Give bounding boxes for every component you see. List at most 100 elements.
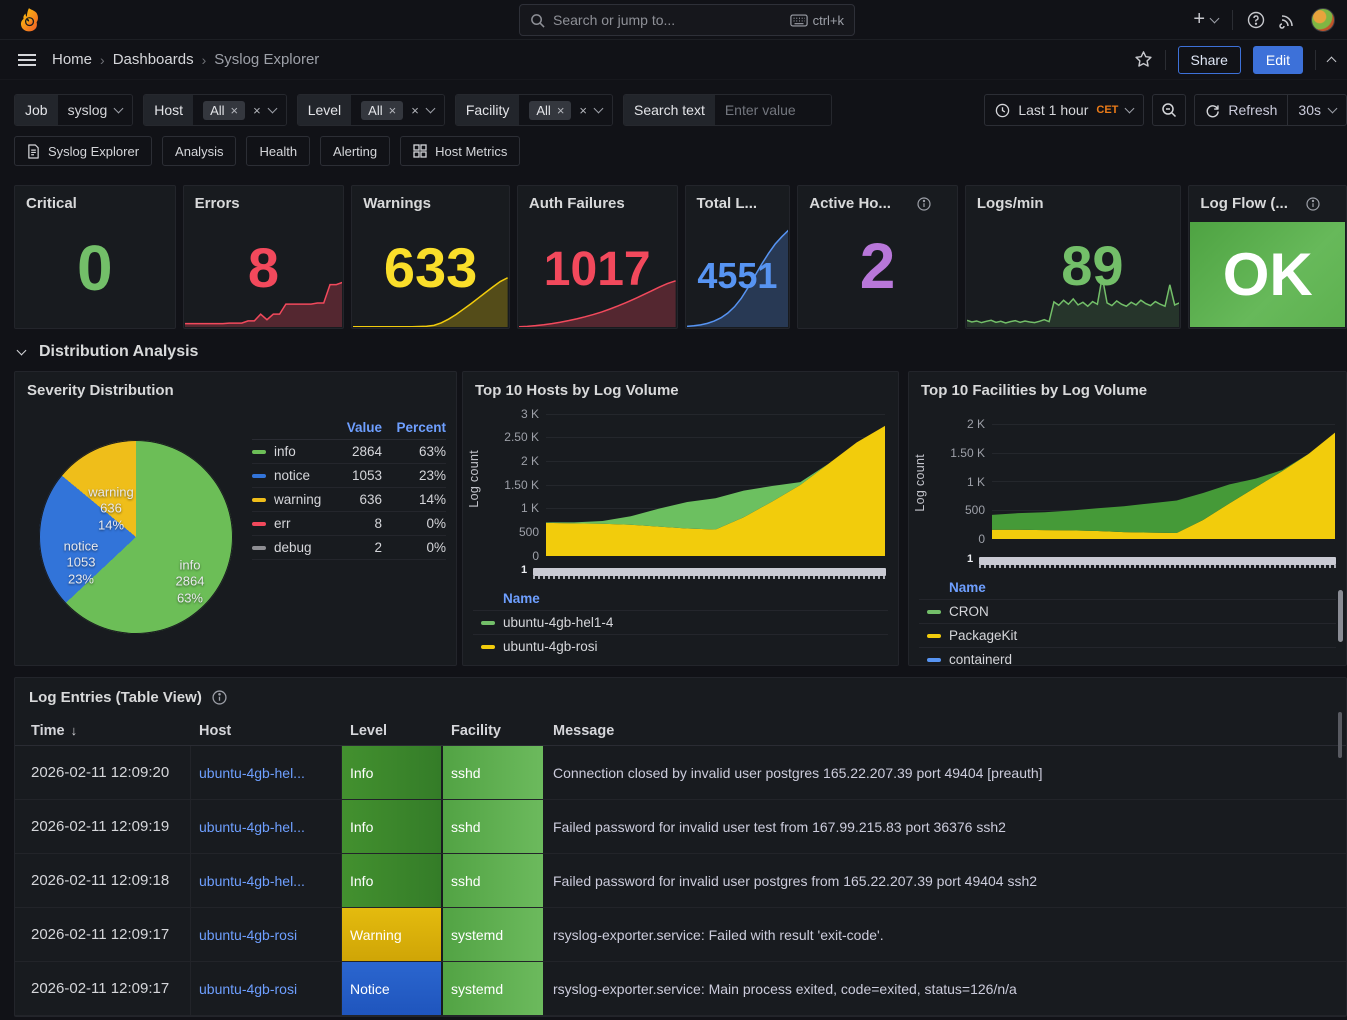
pie-label-warning: warning63614% [88, 485, 134, 534]
legend-row[interactable]: CRON [919, 599, 1336, 623]
refresh-interval-select[interactable]: 30s [1287, 95, 1346, 125]
legend-row-err[interactable]: err 80% [252, 512, 446, 536]
news-button[interactable] [1279, 11, 1297, 29]
search-text-filter: Search text [623, 94, 832, 126]
stat-log-flow[interactable]: Log Flow (... OK [1188, 185, 1347, 329]
legend-scrollbar[interactable] [1338, 590, 1343, 642]
host-link[interactable]: ubuntu-4gb-hel... [199, 819, 305, 835]
job-filter-value[interactable]: syslog [68, 102, 108, 118]
level-filter-chip[interactable]: All× [361, 101, 403, 120]
host-link[interactable]: ubuntu-4gb-rosi [199, 981, 297, 997]
column-header-host[interactable]: Host [191, 723, 342, 739]
stat-total-logs[interactable]: Total L... 4551 [685, 185, 791, 329]
menu-toggle-icon[interactable] [18, 54, 36, 66]
stat-auth-failures[interactable]: Auth Failures 1017 [517, 185, 678, 329]
legend-row-warning[interactable]: warning 63614% [252, 488, 446, 512]
search-input[interactable] [553, 12, 790, 28]
legend-row[interactable]: ubuntu-4gb-rosi [473, 634, 888, 658]
collapse-section-icon[interactable] [17, 346, 27, 356]
chevron-down-icon [425, 104, 435, 114]
zoom-out-button[interactable] [1152, 94, 1186, 126]
clear-filter-icon[interactable]: × [579, 103, 587, 118]
nav-divider [1232, 10, 1233, 30]
cell-level: Warning [342, 908, 441, 961]
search-text-input[interactable] [725, 102, 821, 118]
info-icon[interactable] [917, 197, 931, 211]
table-row[interactable]: 2026-02-11 12:09:17 ubuntu-4gb-rosi Warn… [15, 908, 1346, 962]
legend-row[interactable]: containerd [919, 647, 1336, 671]
facility-filter[interactable]: Facility All× × [455, 94, 613, 126]
column-header-facility[interactable]: Facility [443, 723, 543, 739]
host-link[interactable]: ubuntu-4gb-rosi [199, 927, 297, 943]
stat-warnings[interactable]: Warnings 633 [351, 185, 510, 329]
facility-filter-label: Facility [456, 95, 520, 125]
breadcrumb-home[interactable]: Home [52, 51, 92, 68]
link-syslog-explorer[interactable]: Syslog Explorer [14, 136, 152, 166]
legend-col-percent[interactable]: Percent [382, 420, 446, 435]
stat-critical[interactable]: Critical 0 [14, 185, 176, 329]
column-header-time[interactable]: Time↓ [15, 723, 191, 739]
legend-header-name[interactable]: Name [473, 586, 888, 610]
legend-row-info[interactable]: info 286463% [252, 440, 446, 464]
column-header-level[interactable]: Level [342, 723, 441, 739]
breadcrumb-separator: › [100, 52, 105, 68]
legend-row-debug[interactable]: debug 20% [252, 536, 446, 560]
remove-chip-icon[interactable]: × [557, 103, 565, 118]
legend-header-name[interactable]: Name [919, 575, 1336, 599]
legend-row[interactable]: PackageKit [919, 623, 1336, 647]
global-search[interactable]: ctrl+k [519, 4, 855, 36]
refresh-button[interactable]: Refresh [1195, 95, 1287, 125]
stat-errors[interactable]: Errors 8 [183, 185, 345, 329]
host-filter-chip[interactable]: All× [203, 101, 245, 120]
clear-filter-icon[interactable]: × [411, 103, 419, 118]
stat-active-hosts[interactable]: Active Ho... 2 [797, 185, 958, 329]
help-button[interactable] [1247, 11, 1265, 29]
info-icon[interactable] [212, 690, 227, 705]
grafana-logo-icon[interactable] [16, 7, 42, 33]
add-button[interactable]: + [1193, 8, 1218, 31]
cell-facility: sshd [443, 746, 543, 799]
facility-filter-chip[interactable]: All× [529, 101, 571, 120]
link-analysis[interactable]: Analysis [162, 136, 236, 166]
link-host-metrics[interactable]: Host Metrics [400, 136, 520, 166]
host-filter[interactable]: Host All× × [143, 94, 286, 126]
remove-chip-icon[interactable]: × [389, 103, 397, 118]
host-link[interactable]: ubuntu-4gb-hel... [199, 873, 305, 889]
star-icon[interactable] [1134, 50, 1153, 69]
table-scrollbar[interactable] [1338, 712, 1342, 758]
level-filter[interactable]: Level All× × [297, 94, 445, 126]
facilities-area-chart[interactable] [992, 424, 1335, 539]
breadcrumb-dashboards[interactable]: Dashboards [113, 51, 194, 68]
link-health[interactable]: Health [246, 136, 310, 166]
legend-col-value[interactable]: Value [324, 420, 382, 435]
job-filter[interactable]: Job syslog [14, 94, 133, 126]
host-link[interactable]: ubuntu-4gb-hel... [199, 765, 305, 781]
time-range-picker[interactable]: Last 1 hour CET [984, 94, 1144, 126]
info-icon[interactable] [1306, 197, 1320, 211]
log-entries-panel[interactable]: Log Entries (Table View) Time↓ Host Leve… [14, 677, 1347, 1017]
table-row[interactable]: 2026-02-11 12:09:17 ubuntu-4gb-rosi Noti… [15, 962, 1346, 1016]
link-alerting[interactable]: Alerting [320, 136, 390, 166]
table-row[interactable]: 2026-02-11 12:09:20 ubuntu-4gb-hel... In… [15, 746, 1346, 800]
legend-row-notice[interactable]: notice 105323% [252, 464, 446, 488]
stat-logs-per-min[interactable]: Logs/min 89 [965, 185, 1182, 329]
pie-label-notice: notice105323% [64, 539, 99, 588]
collapse-topbar-icon[interactable] [1327, 56, 1337, 66]
cell-time: 2026-02-11 12:09:17 [15, 908, 191, 961]
top-hosts-panel[interactable]: Top 10 Hosts by Log Volume Log count 3 K… [462, 371, 899, 666]
table-header-row: Time↓ Host Level Facility Message [15, 716, 1346, 746]
section-distribution-analysis[interactable]: Distribution Analysis [0, 329, 1347, 371]
severity-distribution-panel[interactable]: Severity Distribution warning63614% noti… [14, 371, 457, 666]
top-facilities-panel[interactable]: Top 10 Facilities by Log Volume Log coun… [908, 371, 1347, 666]
clear-filter-icon[interactable]: × [253, 103, 261, 118]
hosts-area-chart[interactable] [546, 414, 885, 556]
cell-time: 2026-02-11 12:09:18 [15, 854, 191, 907]
remove-chip-icon[interactable]: × [231, 103, 239, 118]
table-row[interactable]: 2026-02-11 12:09:19 ubuntu-4gb-hel... In… [15, 800, 1346, 854]
edit-button[interactable]: Edit [1253, 46, 1303, 74]
legend-row[interactable]: ubuntu-4gb-hel1-4 [473, 610, 888, 634]
column-header-message[interactable]: Message [543, 723, 1346, 739]
user-avatar[interactable] [1311, 8, 1335, 32]
table-row[interactable]: 2026-02-11 12:09:18 ubuntu-4gb-hel... In… [15, 854, 1346, 908]
share-button[interactable]: Share [1178, 46, 1241, 74]
